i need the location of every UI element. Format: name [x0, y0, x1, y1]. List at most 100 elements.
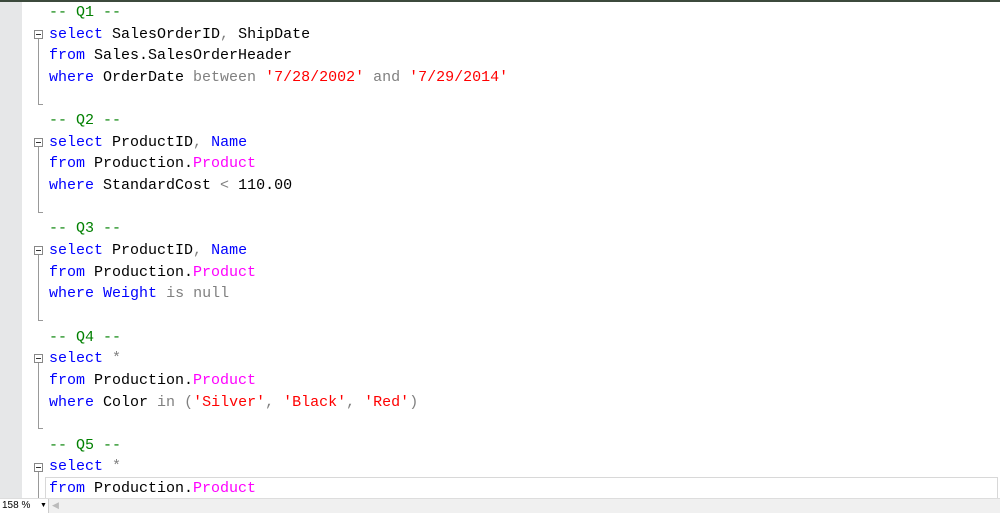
- code-token: OrderDate: [94, 68, 194, 86]
- code-token: Weight: [103, 285, 158, 303]
- fold-guide-line: [38, 38, 39, 104]
- zoom-level-dropdown[interactable]: 158 % ▼: [0, 499, 49, 513]
- code-token: and: [373, 68, 401, 86]
- code-token: 'Red': [364, 393, 410, 411]
- code-token: ,: [193, 242, 203, 260]
- code-token: -- Q2 --: [49, 112, 122, 130]
- code-line[interactable]: select *: [49, 456, 997, 478]
- code-token: ProductID: [103, 133, 194, 151]
- code-line[interactable]: [49, 89, 997, 111]
- code-token: *: [112, 350, 122, 368]
- code-line[interactable]: [49, 413, 997, 435]
- code-line[interactable]: [49, 305, 997, 327]
- code-token: -- Q5 --: [49, 436, 122, 454]
- code-line[interactable]: [49, 197, 997, 219]
- code-token: ProductID: [103, 242, 194, 260]
- fold-collapse-icon[interactable]: [34, 462, 43, 472]
- fold-collapse-icon[interactable]: [34, 29, 43, 39]
- code-token: 110.00: [229, 177, 293, 195]
- code-line[interactable]: where Color in ('Silver', 'Black', 'Red'…: [49, 392, 997, 414]
- code-line[interactable]: select SalesOrderID, ShipDate: [49, 24, 997, 46]
- code-token: -- Q4 --: [49, 328, 122, 346]
- fold-end-marker: [38, 428, 43, 430]
- code-token: ,: [346, 393, 356, 411]
- editor-gutter: [0, 2, 22, 498]
- code-token: SalesOrderID: [103, 25, 221, 43]
- code-token: from: [49, 263, 86, 281]
- fold-guide-line: [38, 255, 39, 321]
- code-token: between: [193, 68, 257, 86]
- scroll-left-arrow-icon[interactable]: ◀: [52, 500, 59, 511]
- code-line[interactable]: -- Q2 --: [49, 110, 997, 132]
- code-token: from: [49, 47, 86, 65]
- code-line[interactable]: select *: [49, 348, 997, 370]
- code-token: 'Black': [283, 393, 347, 411]
- fold-guide-line: [38, 146, 39, 212]
- code-token: (: [184, 393, 194, 411]
- code-token: *: [112, 458, 122, 476]
- fold-guide-line: [38, 471, 39, 500]
- fold-end-marker: [38, 103, 43, 105]
- code-token: Production.: [85, 263, 194, 281]
- code-line[interactable]: where StandardCost < 110.00: [49, 175, 997, 197]
- fold-collapse-icon[interactable]: [34, 246, 43, 256]
- code-token: Name: [211, 242, 248, 260]
- code-token: Sales.SalesOrderHeader: [85, 47, 293, 65]
- zoom-level-value: 158 %: [2, 500, 31, 511]
- code-token: select: [49, 458, 104, 476]
- code-token: 'Silver': [193, 393, 266, 411]
- code-token: Product: [193, 263, 257, 281]
- code-line[interactable]: from Production.Product: [49, 370, 997, 392]
- code-token: -- Q1 --: [49, 4, 122, 21]
- code-token: '7/29/2014': [409, 68, 509, 86]
- sql-editor[interactable]: -- Q1 -- select SalesOrderID, ShipDate fro…: [22, 2, 1000, 501]
- chevron-down-icon: ▼: [40, 502, 47, 509]
- code-token: ,: [220, 25, 230, 43]
- code-token: ,: [265, 393, 275, 411]
- code-token: where: [49, 68, 95, 86]
- code-token: Name: [211, 133, 248, 151]
- code-line[interactable]: from Production.Product: [45, 477, 998, 501]
- code-line[interactable]: -- Q5 --: [49, 435, 997, 457]
- fold-end-marker: [38, 320, 43, 322]
- code-line[interactable]: where OrderDate between '7/28/2002' and …: [49, 67, 997, 89]
- code-line[interactable]: -- Q4 --: [49, 327, 997, 349]
- code-token: in: [157, 393, 176, 411]
- code-line[interactable]: from Production.Product: [49, 153, 997, 175]
- code-token: <: [220, 177, 230, 195]
- code-token: Color: [94, 393, 158, 411]
- code-area[interactable]: -- Q1 -- select SalesOrderID, ShipDate fro…: [45, 2, 998, 501]
- code-token: where: [49, 177, 95, 195]
- code-line[interactable]: -- Q3 --: [49, 218, 997, 240]
- code-token: select: [49, 133, 104, 151]
- code-line[interactable]: select ProductID, Name: [49, 240, 997, 262]
- code-token: where: [49, 393, 95, 411]
- code-token: Product: [193, 480, 257, 498]
- fold-collapse-icon[interactable]: [34, 354, 43, 364]
- fold-guide-line: [38, 363, 39, 429]
- code-token: from: [49, 155, 86, 173]
- code-token: select: [49, 350, 104, 368]
- code-line[interactable]: from Sales.SalesOrderHeader: [49, 45, 997, 67]
- code-token: StandardCost: [94, 177, 221, 195]
- code-token: select: [49, 242, 104, 260]
- code-line[interactable]: select ProductID, Name: [49, 132, 997, 154]
- code-line[interactable]: -- Q1 --: [49, 2, 997, 24]
- code-token: Production.: [85, 155, 194, 173]
- code-line[interactable]: where Weight is null: [49, 283, 997, 305]
- code-token: '7/28/2002': [265, 68, 365, 86]
- code-token: where: [49, 285, 95, 303]
- code-token: Production.: [85, 371, 194, 389]
- code-token: is null: [166, 285, 230, 303]
- fold-collapse-icon[interactable]: [34, 137, 43, 147]
- code-line[interactable]: from Production.Product: [49, 262, 997, 284]
